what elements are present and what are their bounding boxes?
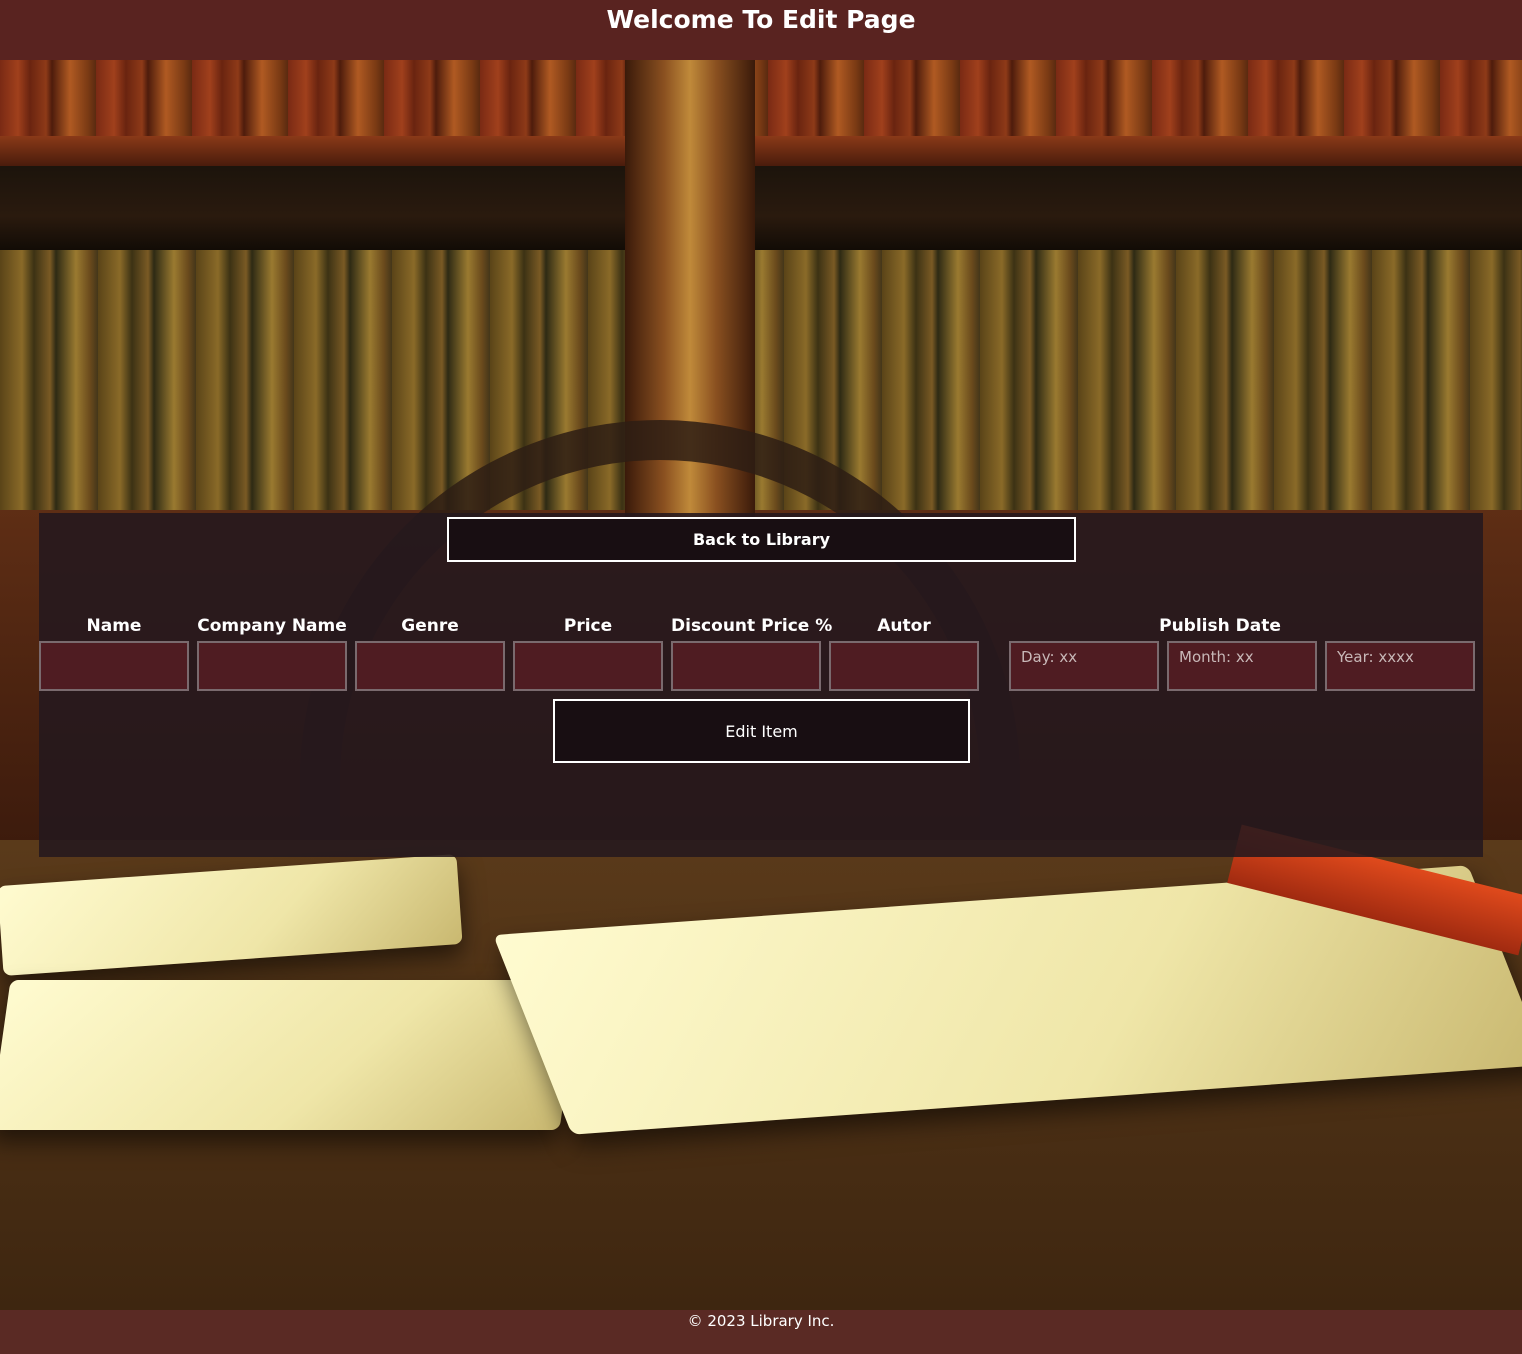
discount-price-input[interactable] <box>671 641 821 691</box>
field-name: Name <box>39 611 189 641</box>
autor-input[interactable] <box>829 641 979 691</box>
name-label: Name <box>86 616 142 636</box>
edit-panel: Back to Library Name Company Name Genre … <box>39 513 1483 857</box>
discount-price-label: Discount Price % <box>671 616 833 636</box>
publish-month-input[interactable] <box>1167 641 1317 691</box>
field-company-name: Company Name <box>197 611 347 641</box>
field-price: Price <box>513 611 663 641</box>
company-name-label: Company Name <box>197 616 347 636</box>
name-input[interactable] <box>39 641 189 691</box>
publish-day-input[interactable] <box>1009 641 1159 691</box>
autor-label: Autor <box>877 616 931 636</box>
price-input[interactable] <box>513 641 663 691</box>
field-discount-price: Discount Price % <box>671 611 833 641</box>
header-bar: Welcome To Edit Page <box>0 0 1522 60</box>
edit-item-button[interactable]: Edit Item <box>553 699 970 763</box>
genre-input[interactable] <box>355 641 505 691</box>
book-row-top <box>0 60 1522 136</box>
shelf-band <box>0 136 1522 166</box>
price-label: Price <box>563 616 613 636</box>
publish-year-input[interactable] <box>1325 641 1475 691</box>
open-book <box>0 980 581 1130</box>
shelf-band-dark <box>0 166 1522 250</box>
genre-label: Genre <box>401 616 459 636</box>
field-genre: Genre <box>355 611 505 641</box>
publish-date-label: Publish Date <box>1159 616 1281 636</box>
footer-copyright: © 2023 Library Inc. <box>687 1312 835 1330</box>
field-autor: Autor <box>829 611 979 641</box>
company-name-input[interactable] <box>197 641 347 691</box>
page-title: Welcome To Edit Page <box>606 5 916 34</box>
back-to-library-button[interactable]: Back to Library <box>447 517 1076 562</box>
footer-bar: © 2023 Library Inc. <box>0 1310 1522 1354</box>
